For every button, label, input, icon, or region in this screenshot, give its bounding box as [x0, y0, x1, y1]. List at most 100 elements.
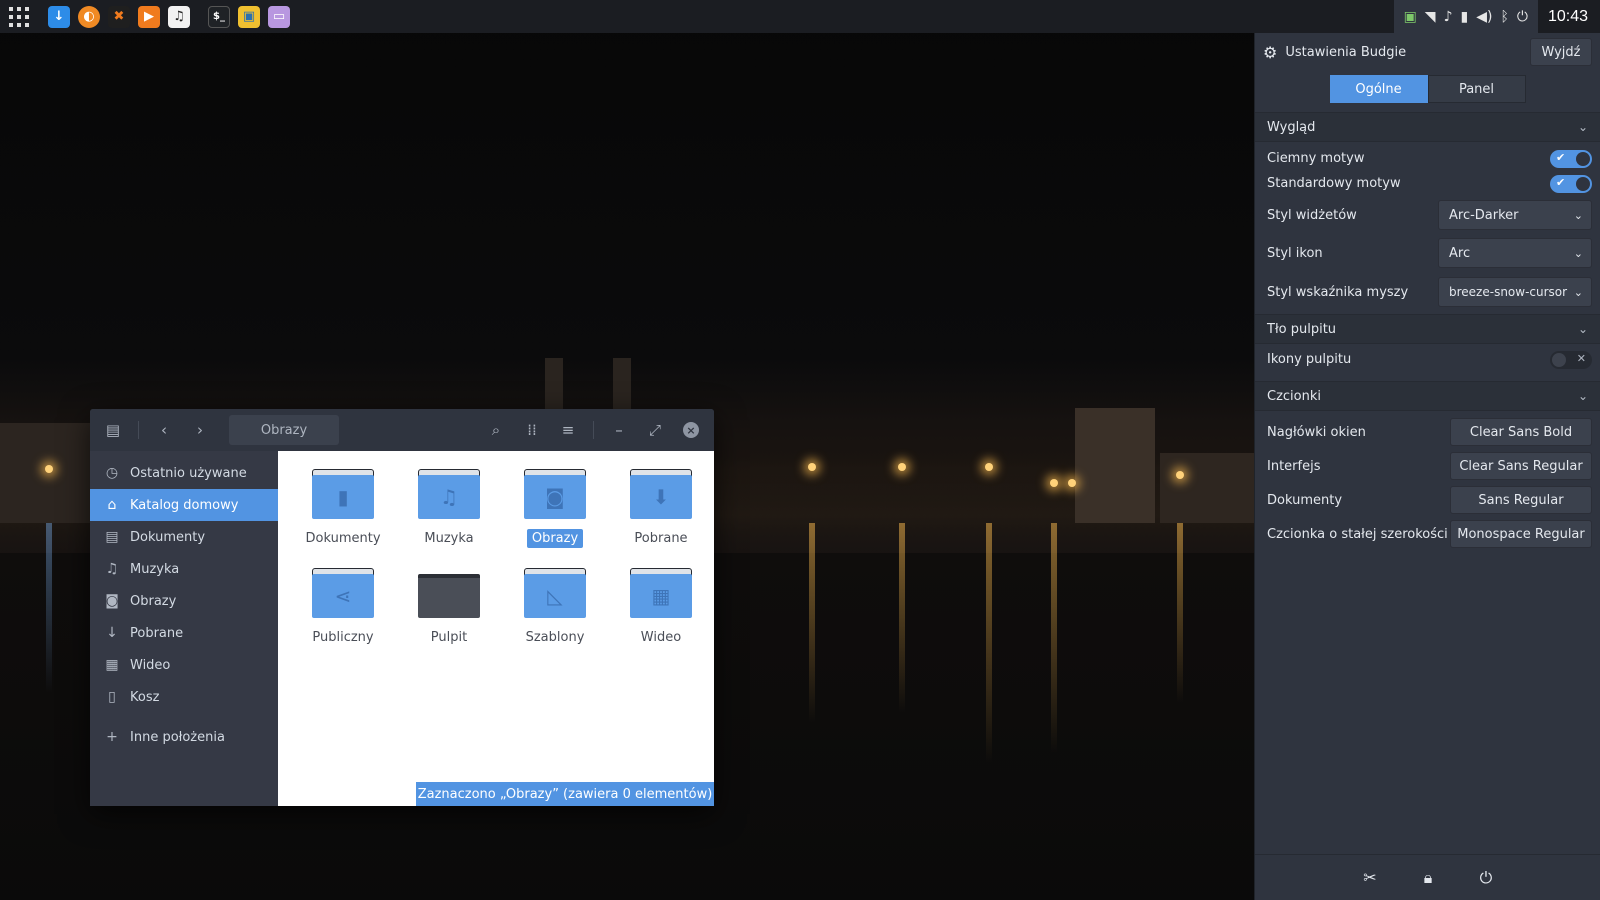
folder-item[interactable]: Pulpit [396, 562, 502, 647]
desktop-icon [418, 568, 480, 618]
wifi-icon[interactable]: ◥ [1425, 9, 1436, 25]
share-icon: ⋖ [312, 574, 374, 618]
wallpaper-reflection [1051, 523, 1057, 753]
folder-item[interactable]: ▦ Wideo [608, 562, 714, 647]
minimize-button[interactable]: – [604, 416, 634, 444]
music-note-icon: ♫ [418, 475, 480, 519]
desktop-icons-toggle[interactable]: ✕ [1550, 350, 1592, 369]
tools-icon[interactable]: ✂ [1361, 868, 1379, 887]
wallpaper-reflection [986, 523, 992, 763]
bell-icon[interactable]: ♪ [1444, 9, 1453, 25]
font-button-monospace[interactable]: Monospace Regular [1450, 520, 1592, 548]
sidebar-item-label: Katalog domowy [130, 497, 239, 513]
terminal-icon[interactable]: $_ [208, 5, 230, 28]
music-icon[interactable]: ♫ [168, 5, 190, 28]
sidebar-item-videos[interactable]: ▦ Wideo [90, 649, 278, 681]
sidebar-item-pictures[interactable]: ◙ Obrazy [90, 585, 278, 617]
section-fonts[interactable]: Czcionki ⌄ [1255, 381, 1600, 411]
folder-icon[interactable]: ▤ [98, 416, 128, 444]
back-button[interactable]: ‹ [149, 416, 179, 444]
folder-item[interactable]: ◺ Szablony [502, 562, 608, 647]
path-bar-current[interactable]: Obrazy [229, 415, 339, 445]
menu-icon[interactable]: ≡ [553, 416, 583, 444]
folder-item-selected[interactable]: ◙ Obrazy [502, 463, 608, 548]
separator [593, 421, 594, 439]
sidebar-item-label: Inne położenia [130, 729, 225, 745]
section-appearance[interactable]: Wygląd ⌄ [1255, 112, 1600, 142]
font-button-window-titles[interactable]: Clear Sans Bold [1450, 418, 1592, 446]
lock-icon[interactable]: 🔒︎ [1419, 868, 1437, 888]
sidebar-item-other-locations[interactable]: + Inne położenia [90, 721, 278, 753]
tab-panel[interactable]: Panel [1427, 75, 1526, 103]
icon-style-dropdown[interactable]: Arc ⌄ [1438, 238, 1592, 268]
widget-style-row: Styl widżetów Arc-Darker ⌄ [1255, 196, 1600, 234]
widget-style-dropdown[interactable]: Arc-Darker ⌄ [1438, 200, 1592, 230]
download-manager-icon[interactable]: ↓ [48, 5, 70, 28]
firefox-icon[interactable]: ◐ [78, 5, 100, 28]
music-note-icon: ♫ [105, 561, 119, 577]
power-icon[interactable]: ⏻ [1477, 868, 1495, 888]
tab-general[interactable]: Ogólne [1329, 75, 1428, 103]
maximize-button[interactable]: ⤢ [640, 416, 670, 444]
folder-item[interactable]: ⋖ Publiczny [290, 562, 396, 647]
folder-item[interactable]: ▮ Dokumenty [290, 463, 396, 548]
sidebar-item-label: Kosz [130, 689, 160, 705]
file-label: Pulpit [430, 630, 468, 645]
default-theme-toggle[interactable]: ✔ [1550, 174, 1592, 193]
font-row-documents: Dokumenty Sans Regular [1255, 483, 1600, 517]
settings-title: ⚙ Ustawienia Budgie [1263, 43, 1406, 62]
apps-grid-icon[interactable] [8, 6, 30, 28]
folder-icon: ♫ [418, 469, 480, 519]
wallpaper-lamp [985, 463, 993, 471]
folder-icon: ▦ [630, 568, 692, 618]
volume-icon[interactable]: ◀) [1476, 9, 1492, 25]
wallpaper-building [1075, 408, 1155, 523]
image-viewer-icon[interactable]: ▣ [238, 5, 260, 28]
sidebar-item-documents[interactable]: ▤ Dokumenty [90, 521, 278, 553]
home-icon: ⌂ [107, 497, 117, 513]
files-icon[interactable]: ▭ [268, 5, 290, 28]
top-panel: ↓ ◐ ✖ ▶ ♫ $_ ▣ ▭ ▣ ◥ ♪ ▮ ◀) ᛒ ⏻ 10:43 [0, 0, 1600, 33]
forward-button[interactable]: › [185, 416, 215, 444]
section-desktop[interactable]: Tło pulpitu ⌄ [1255, 314, 1600, 344]
folder-icon: ◺ [524, 568, 586, 618]
folder-item[interactable]: ⬇ Pobrane [608, 463, 714, 548]
file-label: Pobrane [634, 531, 688, 546]
bluetooth-icon[interactable]: ᛒ [1500, 9, 1508, 25]
notifications-app-icon[interactable]: ▣ [1404, 9, 1417, 25]
wallpaper-lamp [808, 463, 816, 471]
sidebar-item-label: Dokumenty [130, 529, 206, 545]
exit-button[interactable]: Wyjdź [1530, 38, 1592, 66]
clock[interactable]: 10:43 [1548, 8, 1588, 26]
wallpaper-reflection [899, 523, 905, 713]
battery-icon[interactable]: ▮ [1461, 9, 1469, 25]
file-manager-window: ▤ ‹ › Obrazy ⌕ ⁞⁞ ≡ – ⤢ × ◷ Ostatnio uży… [90, 409, 714, 806]
font-button-interface[interactable]: Clear Sans Regular [1450, 452, 1592, 480]
chevron-down-icon: ⌄ [1577, 389, 1588, 403]
sidebar-item-recent[interactable]: ◷ Ostatnio używane [90, 457, 278, 489]
settings-tabs: Ogólne Panel [1255, 75, 1600, 103]
wallpaper-reflection [1177, 523, 1183, 703]
folder-icon: ⬇ [630, 469, 692, 519]
sidebar-item-music[interactable]: ♫ Muzyka [90, 553, 278, 585]
template-icon: ◺ [524, 574, 586, 618]
icon-style-label: Styl ikon [1267, 245, 1323, 261]
folder-item[interactable]: ♫ Muzyka [396, 463, 502, 548]
power-icon[interactable]: ⏻ [1517, 9, 1528, 25]
wallpaper-reflection [809, 523, 815, 723]
sidebar-item-home[interactable]: ⌂ Katalog domowy [90, 489, 278, 521]
chevron-down-icon: ⌄ [1573, 285, 1583, 299]
sidebar-item-trash[interactable]: ▯ Kosz [90, 681, 278, 713]
dark-theme-toggle[interactable]: ✔ [1550, 149, 1592, 168]
font-button-documents[interactable]: Sans Regular [1450, 486, 1592, 514]
settings-title-label: Ustawienia Budgie [1285, 44, 1407, 60]
search-icon[interactable]: ⌕ [481, 416, 511, 444]
grid-view-icon[interactable]: ⁞⁞ [517, 416, 547, 444]
close-button[interactable]: × [676, 416, 706, 444]
section-title: Tło pulpitu [1267, 321, 1337, 337]
cursor-style-dropdown[interactable]: breeze-snow-cursor ⌄ [1438, 277, 1592, 307]
games-icon[interactable]: ✖ [108, 5, 130, 28]
sidebar-item-downloads[interactable]: ↓ Pobrane [90, 617, 278, 649]
media-player-icon[interactable]: ▶ [138, 5, 160, 28]
document-icon: ▮ [312, 475, 374, 519]
